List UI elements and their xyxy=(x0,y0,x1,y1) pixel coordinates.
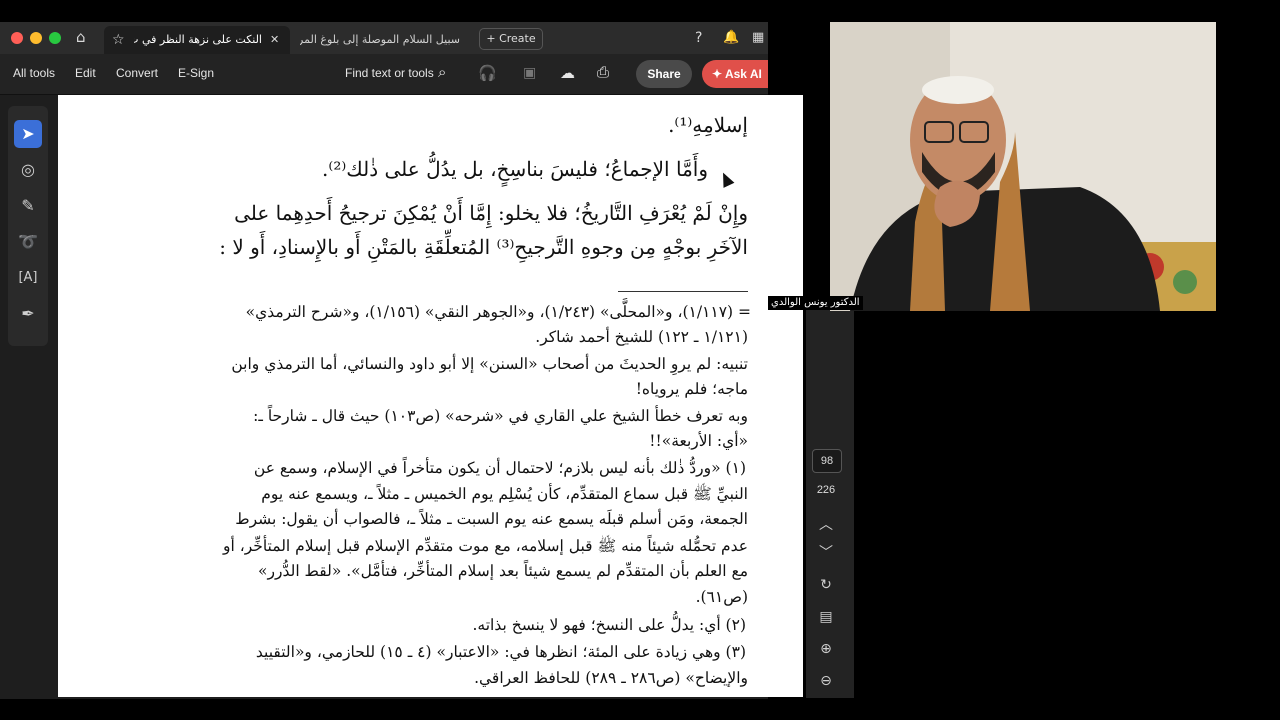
zoom-in-icon[interactable]: ⊕ xyxy=(816,641,836,657)
footnote-line: مع العلم بأن المتقدِّم لم يسمع شيئاً بعد… xyxy=(258,562,748,580)
notification-bell-icon[interactable]: 🔔 xyxy=(723,30,739,46)
sign-pen-icon[interactable]: ✒ xyxy=(14,300,42,328)
find-text-button[interactable]: Find text or tools xyxy=(345,66,434,80)
convert-menu[interactable]: Convert xyxy=(116,66,158,80)
ai-assistant-icon: ✦ xyxy=(712,67,725,81)
footnote-line: (١) «وردُّ ذٰلك بأنه ليس بلازم؛ لاحتمال … xyxy=(253,459,746,477)
footnote-line: «أي: الأربعة»!! xyxy=(649,432,748,450)
help-icon[interactable]: ? xyxy=(695,30,702,46)
speaker-video-image xyxy=(830,22,1216,311)
read-aloud-icon[interactable]: 🎧 xyxy=(478,64,497,82)
footnote-line: تنبيه: لم يروِ الحديثَ من أصحاب «السنن» … xyxy=(231,355,748,373)
minimize-window-button[interactable] xyxy=(30,32,42,44)
tab-label: سبيل السلام الموصلة إلى بلوغ المرام -... xyxy=(300,33,460,46)
close-tab-icon[interactable]: ✕ xyxy=(270,26,279,54)
footnote-separator xyxy=(618,291,748,292)
ask-ai-button[interactable]: ✦ Ask AI xyxy=(702,60,768,88)
footnote-line: الجمعة، ومَن أسلم قبلَه يسمع عنه يوم الس… xyxy=(235,510,748,528)
footnote-line: (٢) أي: يدلُّ على النسخ؛ فهو لا ينسخ بذا… xyxy=(472,616,746,634)
home-icon[interactable]: ⌂ xyxy=(76,29,86,45)
footnote-line: (١/١٢١ ـ ١٢٢) للشيخ أحمد شاكر. xyxy=(535,328,748,346)
tab-second[interactable]: سبيل السلام الموصلة إلى بلوغ المرام -... xyxy=(296,26,466,54)
tab-active[interactable]: ☆ النكت على نزهة النظر في ت... ✕ xyxy=(104,26,290,54)
participant-name-label: الدكتور يونس الوالدي xyxy=(768,296,863,310)
webcam-video xyxy=(830,22,1216,311)
ask-ai-label: Ask AI xyxy=(724,67,762,81)
tab-label: النكت على نزهة النظر في ت... xyxy=(134,33,262,46)
apps-grid-icon[interactable]: ▦ xyxy=(752,30,764,46)
chevron-down-icon[interactable]: ﹀ xyxy=(816,542,836,562)
zoom-window-button[interactable] xyxy=(49,32,61,44)
main-line: وأَمَّا الإجماعُ؛ فليسَ بناسِخٍ، بل يدُل… xyxy=(322,157,708,181)
footnote-line: والإيضاح» (ص٢٨٦ ـ ٢٨٩) للحافظ العراقي. xyxy=(474,669,748,687)
toolbar: All tools Edit Convert E-Sign Find text … xyxy=(0,54,768,95)
main-line: إسلامِهِ⁽¹⁾. xyxy=(668,113,748,137)
all-tools-menu[interactable]: All tools xyxy=(13,66,55,80)
footnote-line: (٣) وهي زيادة على المئة؛ انظرها في: «الا… xyxy=(255,643,746,661)
create-button[interactable]: + Create xyxy=(479,28,543,50)
title-bar: ⌂ ☆ النكت على نزهة النظر في ت... ✕ سبيل … xyxy=(0,22,768,54)
total-pages: 226 xyxy=(816,484,836,496)
footnote-line: عدم تحمُّله شيئاً منه ﷺ قبل إسلامه، مع م… xyxy=(222,537,748,555)
current-page-input[interactable]: 98 xyxy=(812,449,842,473)
page-thumbnail-icon[interactable]: ▤ xyxy=(816,609,836,625)
refresh-icon[interactable]: ↻ xyxy=(816,577,836,593)
create-label: Create xyxy=(499,32,536,45)
comment-icon[interactable]: ◎ xyxy=(14,156,42,184)
text-select-icon[interactable]: [A] xyxy=(14,264,42,292)
highlight-pen-icon[interactable]: ✎ xyxy=(14,192,42,220)
plus-icon: + xyxy=(486,32,496,45)
select-cursor-icon[interactable]: ➤ xyxy=(14,120,42,148)
main-line: وإِنْ لَمْ يُعْرَفِ التَّاريخُ؛ فلا يخلو… xyxy=(234,201,748,225)
lasso-draw-icon[interactable]: ➰ xyxy=(14,228,42,256)
upload-cloud-icon[interactable]: ☁ xyxy=(560,64,575,82)
footnote-line: (ص٦١). xyxy=(695,588,748,606)
main-line: الآخَرِ بوجْهٍ مِن وجوهِ التَّرجيحِ⁽³⁾ ا… xyxy=(219,235,748,259)
share-button[interactable]: Share xyxy=(636,60,692,88)
esign-menu[interactable]: E-Sign xyxy=(178,66,214,80)
search-icon[interactable]: ⌕ xyxy=(438,64,446,81)
page-nav-panel xyxy=(806,310,854,698)
chevron-up-icon[interactable]: ︿ xyxy=(816,514,836,534)
footnote-line: وبه تعرف خطأ الشيخ علي القاري في «شرحه» … xyxy=(253,407,748,425)
footnote-line: النبيِّ ﷺ قبل سماع المتقدِّم، كأن يُسْلِ… xyxy=(261,485,748,503)
left-tool-rail: ➤ ◎ ✎ ➰ [A] ✒ xyxy=(8,106,48,346)
zoom-out-icon[interactable]: ⊖ xyxy=(816,673,836,689)
close-window-button[interactable] xyxy=(11,32,23,44)
print-icon[interactable]: ⎙ xyxy=(597,64,609,81)
pdf-page: إسلامِهِ⁽¹⁾. وأَمَّا الإجماعُ؛ فليسَ بنا… xyxy=(58,95,803,697)
footnote-line: = (١/١١٧)، و«المحلَّى» (١/٢٤٣)، و«الجوهر… xyxy=(245,303,751,321)
star-icon[interactable]: ☆ xyxy=(112,26,125,54)
save-icon[interactable]: ▣ xyxy=(523,64,536,81)
edit-menu[interactable]: Edit xyxy=(75,66,96,80)
footnote-line: ماجه؛ فلم يروياه! xyxy=(635,380,748,398)
